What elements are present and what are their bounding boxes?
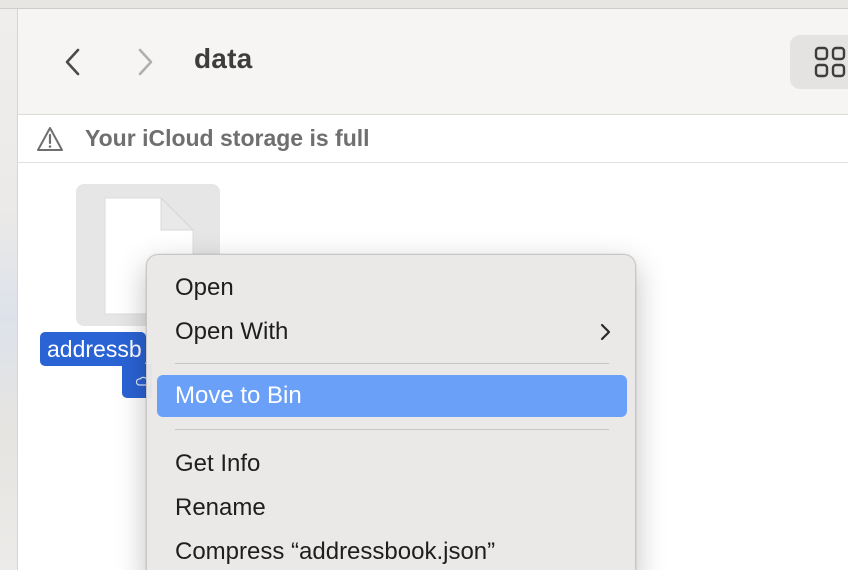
menu-item-get-info[interactable]: Get Info [157, 443, 627, 485]
menu-item-label: Compress “addressbook.json” [175, 538, 496, 565]
chevron-right-icon [600, 323, 611, 341]
chevron-right-icon [138, 48, 153, 76]
grid-view-icon [814, 46, 846, 78]
window-title: data [194, 43, 253, 74]
banner-message: Your iCloud storage is full [85, 125, 370, 151]
menu-item-label: Open [175, 274, 234, 301]
menu-separator [175, 363, 609, 364]
forward-button[interactable] [130, 47, 160, 77]
menu-item-label: Open With [175, 318, 289, 345]
menu-item-open[interactable]: Open [157, 267, 627, 309]
menu-item-compress[interactable]: Compress “addressbook.json” [157, 531, 627, 570]
menu-item-rename[interactable]: Rename [157, 487, 627, 529]
toolbar: data [18, 9, 848, 115]
warning-triangle-icon [37, 127, 63, 151]
menu-item-move-to-bin[interactable]: Move to Bin [157, 375, 627, 417]
menu-item-label: Move to Bin [175, 382, 302, 409]
window-top-strip [0, 0, 848, 9]
menu-item-label: Get Info [175, 450, 261, 477]
sidebar-edge [0, 9, 18, 570]
menu-item-open-with[interactable]: Open With [157, 311, 627, 353]
finder-window: data Your iCloud storage is full address… [0, 0, 848, 570]
file-name-label[interactable]: addressb [40, 332, 146, 366]
menu-item-label: Rename [175, 494, 266, 521]
chevron-left-icon [65, 48, 80, 76]
context-menu: Open Open With Move to Bin Get Info Rena… [146, 254, 636, 570]
view-mode-button[interactable] [790, 35, 848, 89]
storage-warning-banner[interactable]: Your iCloud storage is full [18, 115, 848, 163]
menu-separator [175, 429, 609, 430]
back-button[interactable] [58, 47, 88, 77]
